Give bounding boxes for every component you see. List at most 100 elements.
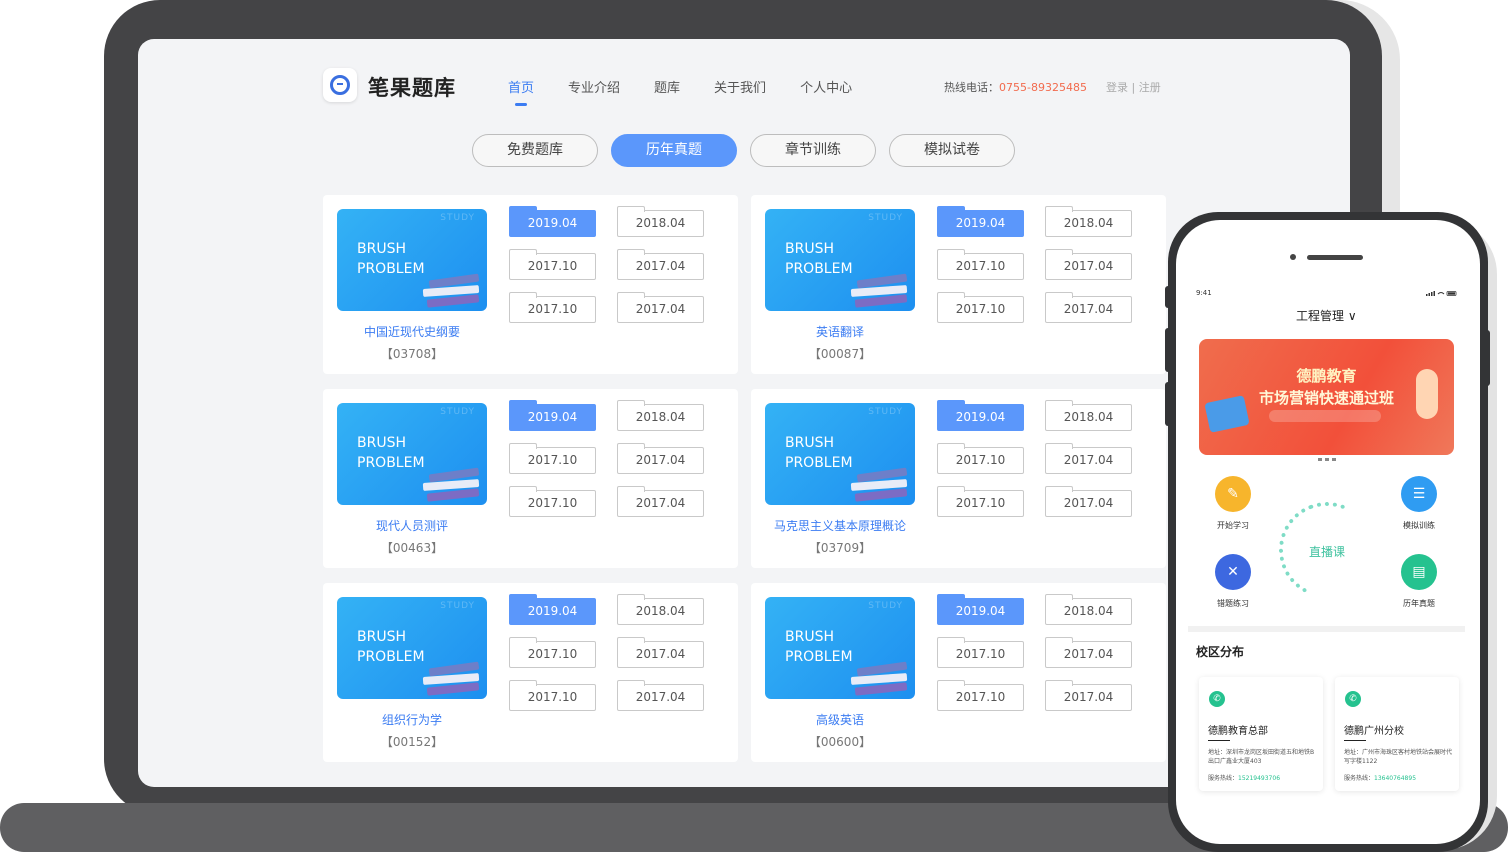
login-link[interactable]: 登录 xyxy=(1106,81,1128,94)
exam-year-folder[interactable]: 2017.10 xyxy=(509,637,596,668)
hotline: 热线电话：0755-89325485 xyxy=(944,79,1087,95)
course-cover[interactable]: STUDY BRUSH PROBLEM xyxy=(765,403,915,505)
nav-item-profile[interactable]: 个人中心 xyxy=(800,77,852,96)
course-code: 【00600】 xyxy=(808,735,872,749)
course-card[interactable]: STUDY BRUSH PROBLEM 中国近现代史纲要 【03708】 2019.04 2… xyxy=(323,195,738,374)
exam-year-folder[interactable]: 2017.10 xyxy=(937,637,1024,668)
exam-year-folder[interactable]: 2017.10 xyxy=(937,486,1024,517)
course-name[interactable]: 高级英语 xyxy=(751,711,929,728)
exam-year-folder[interactable]: 2019.04 xyxy=(937,206,1024,237)
exam-year-folder[interactable]: 2017.10 xyxy=(509,292,596,323)
exam-year-folder[interactable]: 2017.10 xyxy=(509,443,596,474)
tab-past-exams[interactable]: 历年真题 xyxy=(611,134,737,167)
nav-item-about[interactable]: 关于我们 xyxy=(714,77,766,96)
banner-pill xyxy=(1269,410,1381,422)
cover-line1: BRUSH xyxy=(785,241,834,257)
course-code: 【00463】 xyxy=(380,541,444,555)
promo-banner[interactable]: 德鹏教育 市场营销快速通过班 xyxy=(1199,339,1454,455)
cover-line2: PROBLEM xyxy=(357,455,425,471)
book-icon[interactable]: ▤ xyxy=(1401,554,1437,590)
exam-year-folder[interactable]: 2017.10 xyxy=(509,680,596,711)
exam-year-folder[interactable]: 2017.04 xyxy=(617,486,704,517)
brand-name[interactable]: 笔果题库 xyxy=(368,72,456,102)
exam-year-folder[interactable]: 2018.04 xyxy=(1045,206,1132,237)
campus-section-title: 校区分布 xyxy=(1196,645,1245,659)
course-cover[interactable]: STUDY BRUSH PROBLEM xyxy=(337,209,487,311)
course-cover[interactable]: STUDY BRUSH PROBLEM xyxy=(337,597,487,699)
course-name[interactable]: 组织行为学 xyxy=(323,711,501,728)
nav-item-majors[interactable]: 专业介绍 xyxy=(568,77,620,96)
course-cover[interactable]: STUDY BRUSH PROBLEM xyxy=(765,209,915,311)
feature-start-study[interactable]: 开始学习 xyxy=(1203,520,1263,531)
books-icon xyxy=(426,294,480,308)
exam-year-folder[interactable]: 2017.10 xyxy=(937,680,1024,711)
exam-year-folder[interactable]: 2017.04 xyxy=(1045,637,1132,668)
feature-mock-training[interactable]: 模拟训练 xyxy=(1389,520,1449,531)
exam-year-folder[interactable]: 2018.04 xyxy=(1045,594,1132,625)
exam-year-folder[interactable]: 2017.10 xyxy=(937,443,1024,474)
edit-icon[interactable]: ✎ xyxy=(1215,476,1251,512)
live-course-button[interactable]: 直播课 xyxy=(1293,543,1361,560)
course-card[interactable]: STUDY BRUSH PROBLEM 马克思主义基本原理概论 【03709】 2019.… xyxy=(751,389,1166,568)
campus-tel-number[interactable]: 15219493706 xyxy=(1238,775,1280,782)
course-code: 【00152】 xyxy=(380,735,444,749)
course-card[interactable]: STUDY BRUSH PROBLEM 英语翻译 【00087】 2019.04 2018.… xyxy=(751,195,1166,374)
exam-year-folder[interactable]: 2017.10 xyxy=(937,292,1024,323)
exam-year-folder[interactable]: 2019.04 xyxy=(937,594,1024,625)
exam-year-folder[interactable]: 2017.10 xyxy=(937,249,1024,280)
course-name[interactable]: 中国近现代史纲要 xyxy=(323,323,501,340)
course-card[interactable]: STUDY BRUSH PROBLEM 现代人员测评 【00463】 2019.04 201… xyxy=(323,389,738,568)
major-selector[interactable]: 工程管理 ∨ xyxy=(1296,307,1357,324)
course-code: 【03709】 xyxy=(808,541,872,555)
campus-card-guangzhou[interactable]: ✆ 德鹏广州分校 地址：广州市海珠区客村地铁站会展时代写字楼1122 服务热线：… xyxy=(1335,677,1459,791)
exam-year-folder[interactable]: 2017.04 xyxy=(1045,680,1132,711)
exam-year-folder[interactable]: 2019.04 xyxy=(509,206,596,237)
exam-year-folder[interactable]: 2017.04 xyxy=(617,680,704,711)
feature-past-exams[interactable]: 历年真题 xyxy=(1389,598,1449,609)
exam-year-folder[interactable]: 2017.10 xyxy=(509,249,596,280)
exam-year-folder[interactable]: 2017.04 xyxy=(617,443,704,474)
cover-watermark: STUDY xyxy=(868,213,903,223)
course-card[interactable]: STUDY BRUSH PROBLEM 高级英语【00600】 2019.04 2018.… xyxy=(751,583,1166,762)
course-cover[interactable]: STUDY BRUSH PROBLEM xyxy=(765,597,915,699)
exam-year-folder[interactable]: 2017.04 xyxy=(1045,486,1132,517)
exam-year-folder[interactable]: 2018.04 xyxy=(617,400,704,431)
course-cover[interactable]: STUDY BRUSH PROBLEM xyxy=(337,403,487,505)
status-icons xyxy=(1426,291,1457,296)
feature-wrong-questions[interactable]: 错题练习 xyxy=(1203,598,1263,609)
tab-mock-papers[interactable]: 模拟试卷 xyxy=(889,134,1015,167)
close-circle-icon[interactable]: ✕ xyxy=(1215,554,1251,590)
exam-year-folder[interactable]: 2018.04 xyxy=(617,594,704,625)
exam-year-folder[interactable]: 2019.04 xyxy=(937,400,1024,431)
cover-watermark: STUDY xyxy=(440,213,475,223)
tab-free-bank[interactable]: 免费题库 xyxy=(472,134,598,167)
brand-logo-icon[interactable] xyxy=(323,68,357,102)
exam-year-folder[interactable]: 2017.04 xyxy=(1045,249,1132,280)
register-link[interactable]: 注册 xyxy=(1139,81,1161,94)
list-icon[interactable]: ☰ xyxy=(1401,476,1437,512)
nav-item-question-bank[interactable]: 题库 xyxy=(654,77,680,96)
exam-year-folder[interactable]: 2019.04 xyxy=(509,594,596,625)
phone-power-button xyxy=(1484,330,1490,386)
exam-year-folder[interactable]: 2018.04 xyxy=(617,206,704,237)
exam-year-folder[interactable]: 2017.04 xyxy=(617,292,704,323)
campus-card-hq[interactable]: ✆ 德鹏教育总部 地址：深圳市龙岗区坂田街道五和地铁B出口广鑫业大厦403 服务… xyxy=(1199,677,1323,791)
cover-watermark: STUDY xyxy=(440,601,475,611)
campus-tel-number[interactable]: 13640764895 xyxy=(1374,775,1416,782)
course-name[interactable]: 马克思主义基本原理概论 xyxy=(751,517,929,534)
exam-year-folder[interactable]: 2017.04 xyxy=(617,637,704,668)
hotline-number: 0755-89325485 xyxy=(999,81,1087,94)
tab-chapter-training[interactable]: 章节训练 xyxy=(750,134,876,167)
course-name[interactable]: 现代人员测评 xyxy=(323,517,501,534)
nav-item-home[interactable]: 首页 xyxy=(508,77,534,106)
exam-year-folder[interactable]: 2017.10 xyxy=(509,486,596,517)
exam-year-folder[interactable]: 2018.04 xyxy=(1045,400,1132,431)
exam-year-folder[interactable]: 2017.04 xyxy=(1045,443,1132,474)
exam-year-folder[interactable]: 2019.04 xyxy=(509,400,596,431)
course-name[interactable]: 英语翻译 xyxy=(751,323,929,340)
exam-year-folder[interactable]: 2017.04 xyxy=(1045,292,1132,323)
carousel-dots[interactable] xyxy=(1318,458,1336,461)
status-time: 9:41 xyxy=(1196,289,1212,297)
course-card[interactable]: STUDY BRUSH PROBLEM 组织行为学【00152】 2019.04 2018… xyxy=(323,583,738,762)
exam-year-folder[interactable]: 2017.04 xyxy=(617,249,704,280)
